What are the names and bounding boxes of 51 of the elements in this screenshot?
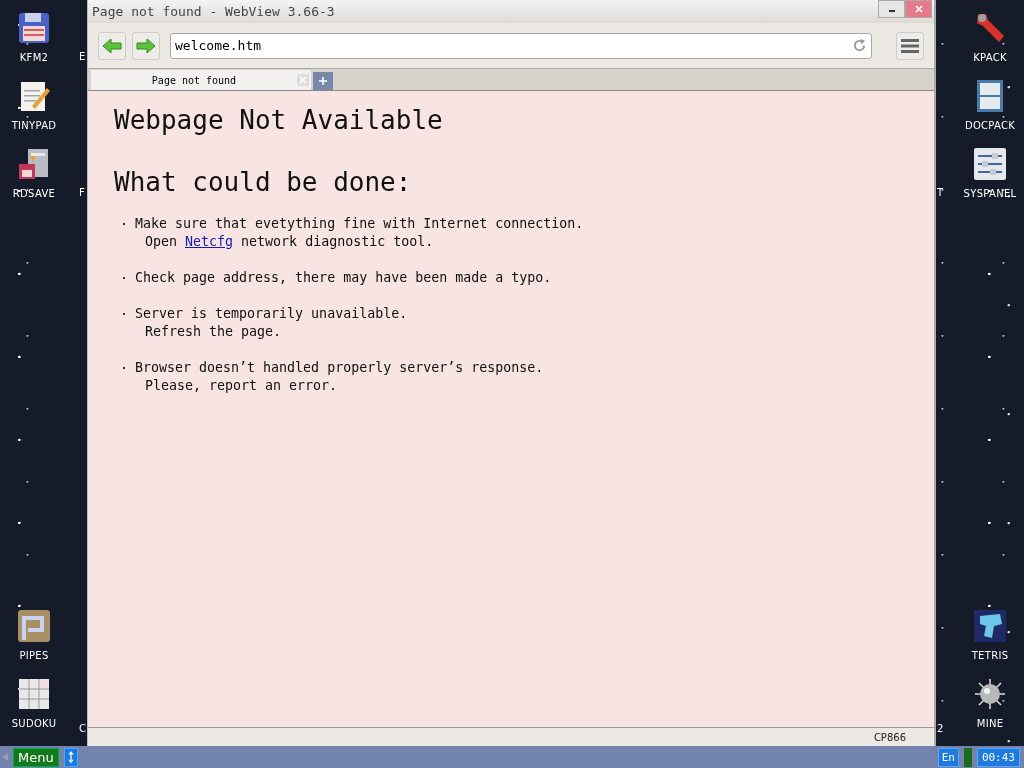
menu-button[interactable]: Menu	[13, 747, 59, 767]
switch-button[interactable]	[63, 747, 78, 767]
indicator	[963, 747, 972, 767]
suggestion-text: Make sure that evetything fine with Internet connection.	[135, 215, 584, 233]
sudoku-icon[interactable]	[16, 676, 52, 712]
pipes-icon[interactable]	[16, 608, 52, 644]
address-field[interactable]: welcome.htm	[170, 32, 872, 59]
icon-label: E	[79, 51, 86, 62]
minimize-button[interactable]	[878, 0, 905, 18]
page-heading: Webpage Not Available	[114, 105, 444, 135]
reload-icon[interactable]	[852, 38, 867, 53]
clock[interactable]: 00:43	[976, 747, 1020, 767]
suggestion-text: Server is temporarily unavailable.	[135, 305, 408, 323]
icon-label: KFM2	[19, 52, 49, 63]
forward-arrow-icon	[136, 37, 156, 54]
icon-label: MINE	[976, 718, 1004, 729]
suggestion-note: Refresh the page.	[144, 323, 283, 341]
icon-label: PIPES	[19, 650, 49, 661]
back-arrow-icon	[102, 37, 122, 54]
menu-icon	[901, 38, 919, 53]
browser-tab[interactable]: Page not found	[91, 70, 311, 90]
page-subheading: What could be done:	[114, 167, 413, 197]
icon-label: F	[79, 187, 85, 198]
icon-label: C	[79, 723, 86, 734]
close-icon	[913, 4, 924, 14]
icon-label: KPACK	[973, 52, 1007, 63]
suggestion-note: Open Netcfg network diagnostic tool.	[144, 233, 435, 251]
mine-icon[interactable]	[972, 676, 1008, 712]
icon-label: DOCPACK	[964, 120, 1016, 131]
up-down-arrow-icon	[66, 750, 75, 764]
language-button[interactable]: En	[937, 747, 959, 767]
icon-label: SYSPANEL	[963, 188, 1017, 199]
forward-button[interactable]	[132, 31, 160, 60]
sliders-icon[interactable]	[972, 146, 1008, 182]
icon-label: T	[937, 187, 944, 198]
icon-label: TINYPAD	[11, 120, 57, 131]
window-title: Page not found - WebView 3.66-3	[92, 4, 336, 19]
blocks-icon[interactable]	[972, 608, 1008, 644]
icon-label: 2	[937, 723, 944, 734]
encoding-label: CP866	[873, 731, 906, 743]
icon-label: RDSAVE	[12, 188, 56, 199]
back-button[interactable]	[98, 31, 126, 60]
icon-label: SUDOKU	[11, 718, 57, 729]
new-tab-icon[interactable]	[313, 72, 333, 90]
suggestion-text: Check page address, there may have been made a typo.	[135, 269, 552, 287]
netcfg-link[interactable]: Netcfg	[185, 234, 234, 249]
suggestion-text: Browser doesn’t handled properly server’s response.	[135, 359, 544, 377]
floppy-icon[interactable]	[16, 10, 52, 46]
icon-label: TETRIS	[971, 650, 1009, 661]
menu-button[interactable]	[896, 31, 924, 60]
suggestion-note: Please, report an error.	[144, 377, 339, 395]
